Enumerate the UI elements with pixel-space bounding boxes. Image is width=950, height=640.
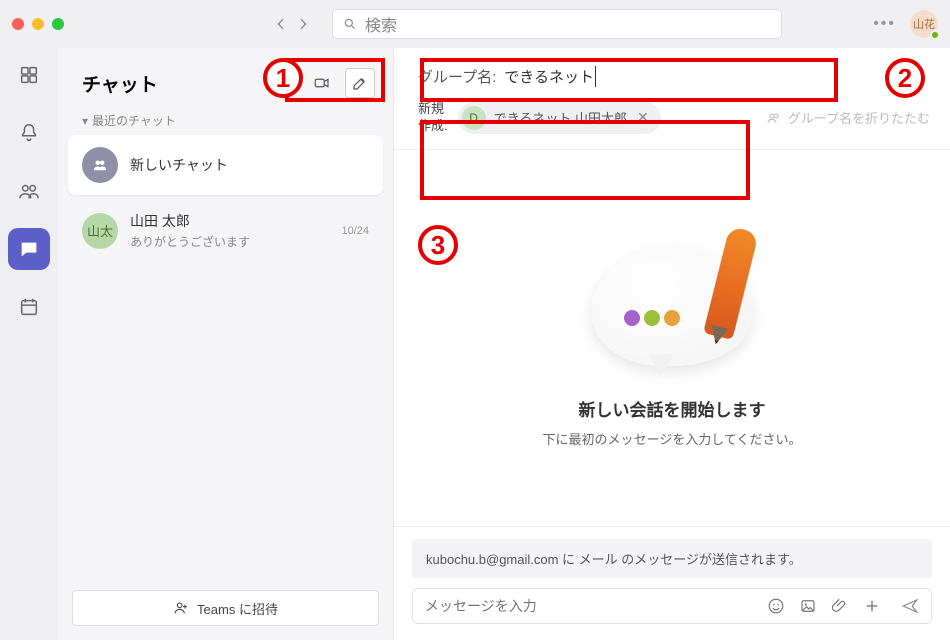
plus-icon xyxy=(863,597,881,615)
person-add-icon xyxy=(173,600,189,616)
empty-illustration xyxy=(582,228,762,388)
bell-icon xyxy=(18,122,40,144)
user-avatar[interactable]: 山花 xyxy=(910,10,938,38)
chat-sidebar: チャット ▾ 最近のチャット 新しいチャット 山太 xyxy=(58,48,393,640)
rail-calendar[interactable] xyxy=(8,286,50,328)
chat-item-new[interactable]: 新しいチャット xyxy=(68,135,383,195)
add-button[interactable] xyxy=(863,597,881,615)
rail-notifications[interactable] xyxy=(8,112,50,154)
fold-group-name-button[interactable]: グループ名を折りたたむ xyxy=(766,108,930,127)
new-chat-button[interactable] xyxy=(345,68,375,98)
chip-avatar: D xyxy=(462,106,486,130)
section-recent[interactable]: ▾ 最近のチャット xyxy=(58,102,393,135)
search-placeholder: 検索 xyxy=(365,12,397,36)
rail-activity[interactable] xyxy=(8,54,50,96)
activity-icon xyxy=(18,64,40,86)
send-icon xyxy=(901,597,919,615)
avatar: 山太 xyxy=(82,213,118,249)
section-recent-label: 最近のチャット xyxy=(92,112,176,129)
empty-state: 新しい会話を開始します 下に最初のメッセージを入力してください。 xyxy=(394,150,950,526)
message-input[interactable] xyxy=(425,598,755,614)
message-input-row xyxy=(412,588,932,624)
chat-list: 新しいチャット 山太 山田 太郎 ありがとうございます 10/24 xyxy=(58,135,393,266)
invite-label: Teams に招待 xyxy=(197,599,278,618)
video-button[interactable] xyxy=(307,68,337,98)
send-button[interactable] xyxy=(901,597,919,615)
titlebar: 検索 ••• 山花 xyxy=(0,0,950,48)
invite-teams-button[interactable]: Teams に招待 xyxy=(72,590,379,626)
people-icon xyxy=(766,110,782,126)
recipient-chip[interactable]: D できるネット 山田太郎 ✕ xyxy=(458,102,661,134)
chip-remove-button[interactable]: ✕ xyxy=(635,109,651,126)
chat-item-name: 新しいチャット xyxy=(130,155,369,175)
email-notice: kubochu.b@gmail.com に メール のメッセージが送信されます。 xyxy=(412,539,932,578)
emoji-button[interactable] xyxy=(767,597,785,615)
chevron-left-icon xyxy=(273,16,289,32)
sidebar-title: チャット xyxy=(82,70,158,97)
back-button[interactable] xyxy=(270,13,292,35)
paperclip-icon xyxy=(831,597,849,615)
video-icon xyxy=(313,74,331,92)
chevron-right-icon xyxy=(295,16,311,32)
chat-item-name: 山田 太郎 xyxy=(130,211,329,231)
rail-community[interactable] xyxy=(8,170,50,212)
chat-item-yamada[interactable]: 山太 山田 太郎 ありがとうございます 10/24 xyxy=(68,199,383,262)
app-rail xyxy=(0,48,58,640)
chat-item-preview: ありがとうございます xyxy=(130,233,329,250)
group-name-field[interactable]: グループ名: できるネット xyxy=(418,66,930,87)
filter-icon xyxy=(275,74,293,92)
chat-item-time: 10/24 xyxy=(341,225,369,237)
empty-subtitle: 下に最初のメッセージを入力してください。 xyxy=(543,429,802,448)
chevron-down-icon: ▾ xyxy=(82,114,88,128)
group-name-value: できるネット xyxy=(504,66,596,87)
calendar-icon xyxy=(18,296,40,318)
chat-main: グループ名: できるネット 新規 作成: D できるネット 山田太郎 ✕ グルー… xyxy=(393,48,950,640)
recipient-label: 新規 作成: xyxy=(418,101,448,135)
window-controls xyxy=(12,18,64,30)
emoji-icon xyxy=(767,597,785,615)
fold-label: グループ名を折りたたむ xyxy=(788,108,930,127)
attach-button[interactable] xyxy=(831,597,849,615)
empty-title: 新しい会話を開始します xyxy=(579,396,766,421)
search-icon xyxy=(343,17,357,31)
forward-button[interactable] xyxy=(292,13,314,35)
group-name-label: グループ名: xyxy=(418,66,496,87)
rail-chat[interactable] xyxy=(8,228,50,270)
image-button[interactable] xyxy=(799,597,817,615)
filter-button[interactable] xyxy=(269,68,299,98)
nav-buttons xyxy=(270,13,314,35)
group-avatar-icon xyxy=(82,147,118,183)
minimize-window-button[interactable] xyxy=(32,18,44,30)
close-window-button[interactable] xyxy=(12,18,24,30)
chat-icon xyxy=(18,238,40,260)
maximize-window-button[interactable] xyxy=(52,18,64,30)
search-input[interactable]: 検索 xyxy=(332,9,782,39)
people-icon xyxy=(18,180,40,202)
compose-icon xyxy=(351,74,369,92)
chip-name: できるネット 山田太郎 xyxy=(494,108,627,127)
more-button[interactable]: ••• xyxy=(873,15,896,33)
image-icon xyxy=(799,597,817,615)
compose-area: kubochu.b@gmail.com に メール のメッセージが送信されます。 xyxy=(394,526,950,640)
presence-available-icon xyxy=(930,30,940,40)
